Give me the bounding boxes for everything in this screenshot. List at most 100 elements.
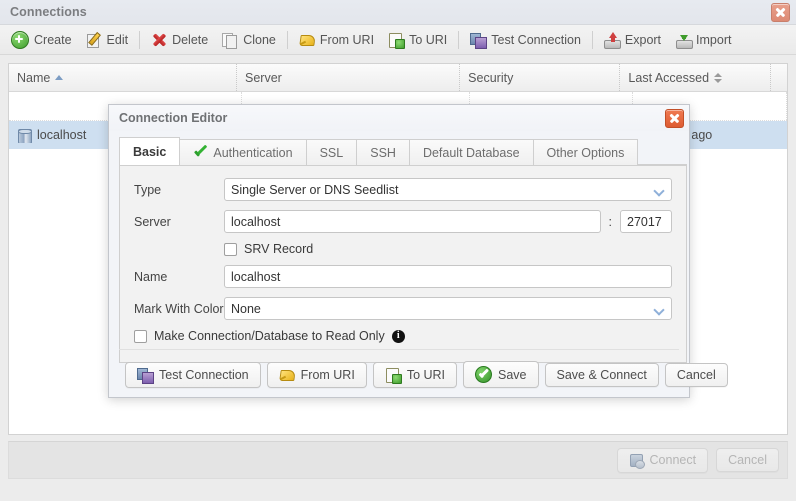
dialog-divider — [119, 349, 679, 350]
tab-basic[interactable]: Basic — [119, 137, 181, 165]
dialog-cancel-button[interactable]: Cancel — [664, 362, 728, 387]
disk-up-arrow-icon — [604, 31, 622, 49]
column-header-server[interactable]: Server — [237, 64, 461, 91]
port-input[interactable] — [620, 210, 672, 233]
chevron-down-icon — [655, 306, 664, 315]
cancel-button-label: Cancel — [728, 453, 767, 467]
type-label: Type — [134, 182, 162, 197]
connection-editor-dialog: Connection Editor Basic Authentication S… — [108, 104, 728, 398]
toolbar-edit-button[interactable]: Edit — [79, 29, 136, 51]
dialog-tabs: Basic Authentication SSL SSH Default Dat… — [119, 137, 687, 166]
dialog-to-uri-button[interactable]: To URI — [372, 361, 458, 388]
toolbar-from-uri-button[interactable]: From URI — [292, 29, 381, 51]
disk-down-arrow-icon — [675, 32, 693, 49]
yellow-import-icon — [279, 367, 295, 383]
toolbar-delete-button[interactable]: Delete — [144, 29, 215, 51]
red-x-icon — [151, 32, 167, 48]
mark-color-label: Mark With Color — [134, 301, 224, 316]
toolbar-separator — [139, 30, 141, 49]
basic-tab-panel: Type Single Server or DNS Seedlist Serve… — [119, 166, 687, 363]
tab-basic-label: Basic — [133, 144, 167, 159]
name-label: Name — [134, 269, 168, 284]
plus-circle-icon — [11, 30, 29, 49]
dialog-from-uri-button[interactable]: From URI — [266, 361, 367, 388]
tab-authentication-label: Authentication — [213, 145, 293, 160]
sort-both-icon — [714, 72, 723, 83]
toolbar-test-connection-label: Test Connection — [491, 32, 581, 47]
pencil-notepad-icon — [86, 32, 102, 48]
connect-button[interactable]: Connect — [616, 447, 709, 473]
dialog-test-connection-label: Test Connection — [159, 367, 249, 382]
column-header-name[interactable]: Name — [9, 64, 237, 91]
chevron-down-icon — [655, 187, 664, 196]
two-windows-icon — [137, 367, 154, 384]
tab-ssh-label: SSH — [370, 145, 396, 160]
close-icon[interactable] — [771, 2, 790, 22]
mark-color-row: Mark With Color None — [134, 297, 672, 320]
tab-authentication[interactable]: Authentication — [179, 139, 307, 165]
info-icon[interactable]: i — [391, 329, 405, 343]
tab-ssl-label: SSL — [319, 145, 344, 160]
database-connect-icon — [629, 453, 645, 469]
sort-ascending-icon — [55, 75, 64, 80]
toolbar-test-connection-button[interactable]: Test Connection — [463, 29, 588, 51]
toolbar-import-button[interactable]: Import — [668, 29, 738, 51]
tab-default-database[interactable]: Default Database — [408, 139, 534, 165]
tab-other-options[interactable]: Other Options — [532, 139, 639, 165]
toolbar-create-button[interactable]: Create — [4, 28, 79, 52]
server-input[interactable] — [224, 210, 601, 233]
column-header-security[interactable]: Security — [460, 64, 621, 91]
dialog-from-uri-label: From URI — [300, 367, 355, 382]
toolbar-to-uri-button[interactable]: To URI — [381, 29, 454, 51]
toolbar-to-uri-label: To URI — [409, 32, 448, 47]
server-label: Server — [134, 214, 171, 229]
column-header-server-label: Server — [245, 70, 282, 85]
mark-color-select[interactable]: None — [224, 297, 672, 320]
dialog-footer: Test Connection From URI To URI Save Sav… — [119, 353, 728, 388]
toolbar-separator — [458, 30, 460, 49]
tab-default-database-label: Default Database — [422, 145, 520, 160]
column-header-name-label: Name — [17, 70, 51, 85]
srv-record-label: SRV Record — [244, 242, 314, 256]
srv-record-checkbox[interactable] — [224, 242, 237, 256]
toolbar-separator — [286, 30, 288, 49]
toolbar-delete-label: Delete — [172, 32, 209, 47]
name-input[interactable] — [224, 265, 672, 288]
server-row: Server : — [134, 210, 672, 233]
dialog-body: Basic Authentication SSL SSH Default Dat… — [109, 131, 689, 363]
read-only-label: Make Connection/Database to Read Only — [154, 329, 385, 343]
column-header-last-accessed[interactable]: Last Accessed — [620, 64, 771, 91]
column-header-last-accessed-label: Last Accessed — [628, 70, 710, 85]
read-only-checkbox[interactable] — [134, 329, 147, 343]
dialog-save-connect-button[interactable]: Save & Connect — [544, 362, 659, 387]
connect-button-label: Connect — [649, 453, 697, 467]
cancel-button[interactable]: Cancel — [716, 448, 779, 472]
toolbar-clone-button[interactable]: Clone — [215, 29, 283, 51]
read-only-row: Make Connection/Database to Read Only i — [134, 329, 672, 343]
yellow-import-icon — [299, 32, 315, 48]
dialog-titlebar: Connection Editor — [109, 105, 689, 131]
toolbar-import-label: Import — [696, 32, 732, 47]
toolbar-edit-label: Edit — [106, 32, 129, 47]
toolbar-export-label: Export — [624, 32, 662, 47]
window-footer: Connect Cancel — [8, 441, 788, 479]
dialog-save-button[interactable]: Save — [463, 361, 539, 388]
main-toolbar: Create Edit Delete Clone From URI To URI… — [0, 25, 796, 55]
tab-strip-filler — [637, 164, 687, 165]
mark-color-value: None — [231, 301, 261, 316]
window-titlebar: Connections — [0, 0, 796, 25]
green-check-circle-icon — [475, 366, 493, 383]
srv-record-row: SRV Record — [224, 242, 672, 256]
toolbar-create-label: Create — [34, 32, 72, 47]
tab-ssl[interactable]: SSL — [305, 139, 358, 165]
column-header-security-label: Security — [468, 70, 514, 85]
clipboard-plus-icon — [385, 367, 402, 384]
toolbar-export-button[interactable]: Export — [597, 29, 668, 51]
tab-ssh[interactable]: SSH — [356, 139, 410, 165]
close-icon[interactable] — [665, 108, 684, 128]
column-header-filler — [771, 64, 787, 91]
dialog-test-connection-button[interactable]: Test Connection — [125, 361, 261, 388]
dialog-save-connect-label: Save & Connect — [556, 367, 647, 382]
type-select[interactable]: Single Server or DNS Seedlist — [224, 178, 672, 201]
type-row: Type Single Server or DNS Seedlist — [134, 178, 672, 201]
